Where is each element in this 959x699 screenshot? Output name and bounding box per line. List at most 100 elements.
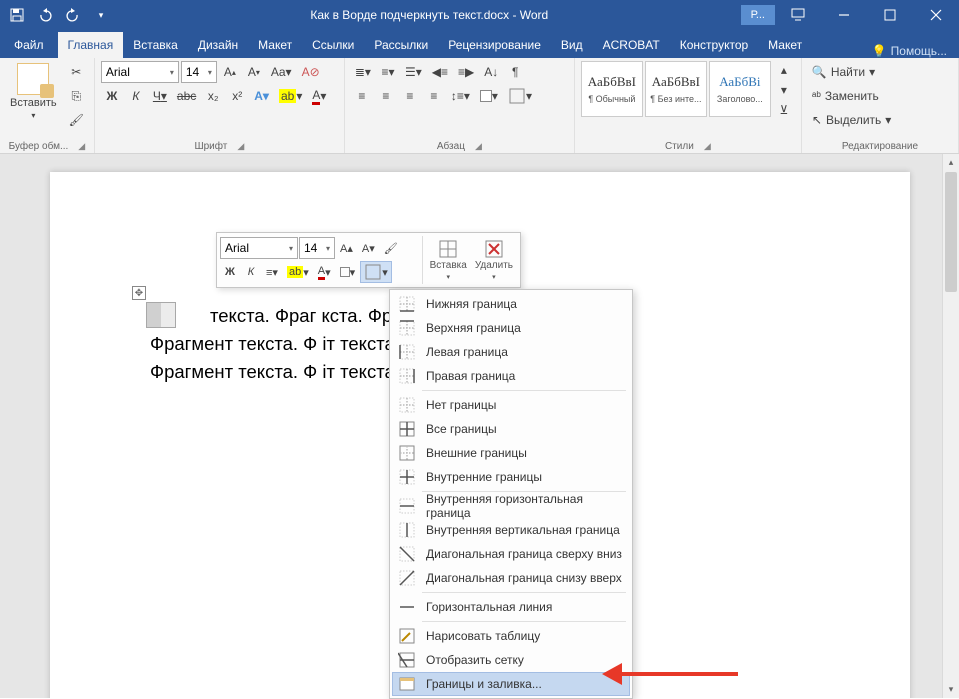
copy-button[interactable]: ⎘: [65, 85, 88, 107]
table-move-handle[interactable]: ✥: [132, 286, 146, 300]
border-menu-right[interactable]: Правая граница: [392, 364, 630, 388]
table-cell-selection[interactable]: [146, 302, 176, 328]
paste-button[interactable]: Вставить ▾: [6, 61, 61, 122]
bullets-button[interactable]: ≣▾: [351, 61, 375, 83]
tell-me[interactable]: 💡Помощь...: [860, 44, 959, 58]
mini-align[interactable]: ≡▾: [262, 261, 282, 283]
vertical-scrollbar[interactable]: ▴ ▾: [942, 154, 959, 698]
tab-layout[interactable]: Макет: [248, 32, 302, 58]
scroll-up[interactable]: ▴: [943, 154, 959, 171]
font-size-combo[interactable]: 14▾: [181, 61, 217, 83]
mini-italic[interactable]: К: [241, 261, 261, 283]
styles-more[interactable]: ⊻: [773, 101, 795, 119]
tab-view[interactable]: Вид: [551, 32, 593, 58]
superscript-button[interactable]: x²: [226, 85, 248, 107]
mini-shrink-font[interactable]: A▾: [358, 237, 379, 259]
tab-insert[interactable]: Вставка: [123, 32, 188, 58]
mini-grow-font[interactable]: A▴: [336, 237, 357, 259]
mini-font-color[interactable]: A▾: [314, 261, 335, 283]
highlight-button[interactable]: ab▾: [275, 85, 306, 107]
indent-decrease-button[interactable]: ◀≡: [428, 61, 452, 83]
border-menu-dd[interactable]: Диагональная граница сверху вниз: [392, 542, 630, 566]
text-effects-button[interactable]: A▾: [250, 85, 273, 107]
sort-button[interactable]: A↓: [480, 61, 502, 83]
border-menu-draw[interactable]: Нарисовать таблицу: [392, 624, 630, 648]
mini-delete-button[interactable]: Удалить▾: [471, 236, 517, 284]
multilevel-button[interactable]: ☰▾: [401, 61, 426, 83]
border-menu-left[interactable]: Левая граница: [392, 340, 630, 364]
border-menu-grid[interactable]: Отобразить сетку: [392, 648, 630, 672]
grow-font-button[interactable]: A▴: [219, 61, 241, 83]
border-menu-du[interactable]: Диагональная граница снизу вверх: [392, 566, 630, 590]
undo-button[interactable]: [32, 2, 58, 28]
border-menu-bottom[interactable]: Нижняя граница: [392, 292, 630, 316]
mini-highlight[interactable]: ab▾: [283, 261, 313, 283]
clear-format-button[interactable]: A⊘: [298, 61, 324, 83]
tab-mailings[interactable]: Рассылки: [364, 32, 438, 58]
maximize-button[interactable]: [867, 0, 913, 30]
tab-table-design[interactable]: Конструктор: [670, 32, 758, 58]
format-painter-button[interactable]: 🖌: [65, 109, 88, 131]
tab-home[interactable]: Главная: [58, 32, 124, 58]
show-marks-button[interactable]: ¶: [504, 61, 526, 83]
context-tab[interactable]: Р...: [741, 5, 775, 25]
subscript-button[interactable]: x₂: [202, 85, 224, 107]
styles-dialog[interactable]: ◢: [704, 141, 711, 152]
tab-table-layout[interactable]: Макет: [758, 32, 812, 58]
style-normal[interactable]: АаБбВвІ¶ Обычный: [581, 61, 643, 117]
save-button[interactable]: [4, 2, 30, 28]
border-menu-inside[interactable]: Внутренние границы: [392, 465, 630, 489]
border-menu-ih[interactable]: Внутренняя горизонтальная граница: [392, 494, 630, 518]
close-button[interactable]: [913, 0, 959, 30]
redo-button[interactable]: [60, 2, 86, 28]
style-nospacing[interactable]: АаБбВвІ¶ Без инте...: [645, 61, 707, 117]
styles-scroll-down[interactable]: ▾: [773, 81, 795, 99]
border-menu-all[interactable]: Все границы: [392, 417, 630, 441]
indent-increase-button[interactable]: ≡▶: [454, 61, 478, 83]
underline-button[interactable]: Ч▾: [149, 85, 171, 107]
tab-design[interactable]: Дизайн: [188, 32, 248, 58]
paragraph-dialog[interactable]: ◢: [475, 141, 482, 152]
scroll-down[interactable]: ▾: [943, 681, 959, 698]
font-color-button[interactable]: A▾: [308, 85, 330, 107]
scroll-thumb[interactable]: [945, 172, 957, 292]
border-menu-dlg[interactable]: Границы и заливка...: [392, 672, 630, 696]
minimize-button[interactable]: [821, 0, 867, 30]
border-menu-top[interactable]: Верхняя граница: [392, 316, 630, 340]
mini-borders[interactable]: ▾: [360, 261, 392, 283]
tab-references[interactable]: Ссылки: [302, 32, 364, 58]
align-left-button[interactable]: ≡: [351, 85, 373, 107]
tab-file[interactable]: Файл: [0, 32, 58, 58]
bold-button[interactable]: Ж: [101, 85, 123, 107]
tab-review[interactable]: Рецензирование: [438, 32, 551, 58]
mini-shading[interactable]: ▾: [336, 261, 360, 283]
qat-customize[interactable]: ▾: [88, 2, 114, 28]
replace-button[interactable]: ᵃᵇ Заменить: [808, 85, 898, 107]
mini-bold[interactable]: Ж: [220, 261, 240, 283]
change-case-button[interactable]: Aa▾: [267, 61, 296, 83]
align-center-button[interactable]: ≡: [375, 85, 397, 107]
ribbon-options-button[interactable]: [775, 0, 821, 30]
style-heading1[interactable]: АаБбВіЗаголово...: [709, 61, 771, 117]
shading-button[interactable]: ▾: [476, 85, 502, 107]
borders-button[interactable]: ▾: [504, 85, 536, 107]
tab-acrobat[interactable]: ACROBAT: [593, 32, 670, 58]
border-menu-none[interactable]: Нет границы: [392, 393, 630, 417]
align-right-button[interactable]: ≡: [399, 85, 421, 107]
align-justify-button[interactable]: ≡: [423, 85, 445, 107]
font-dialog[interactable]: ◢: [237, 141, 244, 152]
select-button[interactable]: ↖ Выделить ▾: [808, 109, 898, 131]
shrink-font-button[interactable]: A▾: [243, 61, 265, 83]
mini-format-painter[interactable]: 🖌: [380, 237, 402, 259]
border-menu-outside[interactable]: Внешние границы: [392, 441, 630, 465]
styles-scroll-up[interactable]: ▴: [773, 61, 795, 79]
clipboard-dialog[interactable]: ◢: [78, 141, 85, 152]
border-menu-iv[interactable]: Внутренняя вертикальная граница: [392, 518, 630, 542]
mini-insert-button[interactable]: Вставка▾: [426, 236, 471, 284]
italic-button[interactable]: К: [125, 85, 147, 107]
find-button[interactable]: 🔍 Найти ▾: [808, 61, 898, 83]
font-name-combo[interactable]: Arial▾: [101, 61, 179, 83]
mini-size-combo[interactable]: 14▾: [299, 237, 335, 259]
border-menu-hr[interactable]: Горизонтальная линия: [392, 595, 630, 619]
strike-button[interactable]: abc: [173, 85, 200, 107]
